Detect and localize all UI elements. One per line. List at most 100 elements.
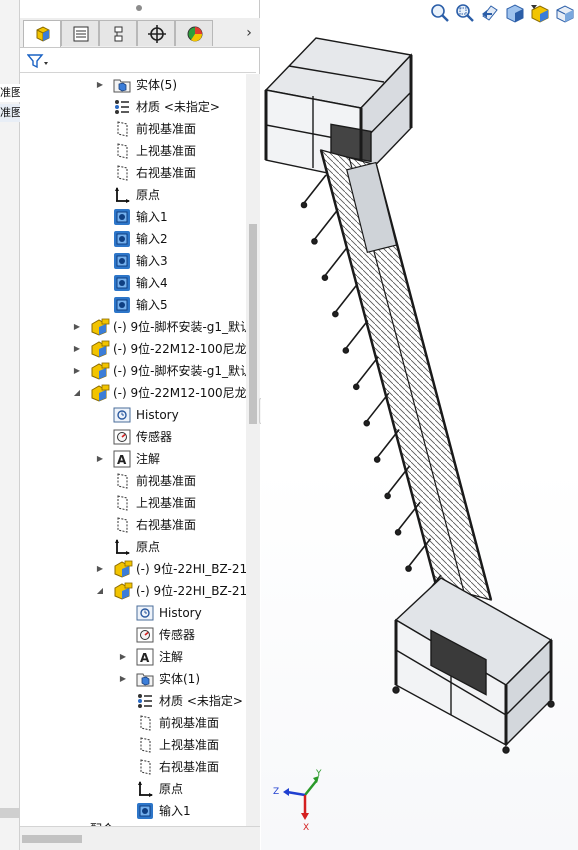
tree-item[interactable]: ▶ 实体(5) (20, 74, 246, 96)
tree-item[interactable]: 前视基准面 (20, 470, 246, 492)
tree-item-label: 前视基准面 (136, 474, 197, 488)
tree-item[interactable]: 输入4 (20, 272, 246, 294)
tree-item[interactable]: ▶ (-) 9位-22HI_BZ-2100- (20, 558, 246, 580)
tree-scroll-thumb[interactable] (249, 224, 257, 424)
tree-item[interactable]: 前视基准面 (20, 712, 246, 734)
tree-item-label: 输入4 (136, 276, 168, 290)
feature-manager-panel: › ▶ 实体(5) 材质 <未指定> 前视基准面 上视基准面 右视基准面 原点 输入1 输入2 输… (20, 0, 260, 850)
tree-item[interactable]: 上视基准面 (20, 140, 246, 162)
tree-item[interactable]: 输入1 (20, 206, 246, 228)
expand-arrow-icon[interactable]: ▶ (72, 343, 82, 355)
tree-item[interactable]: 原点 (20, 184, 246, 206)
tree-item[interactable]: ▶ (-) 9位-脚杯安装-g1_默认_按 (20, 316, 246, 338)
origin-icon (136, 780, 154, 798)
tree-item[interactable]: ▶ (-) 9位-22M12-100尼龙脚杯 (20, 338, 246, 360)
origin-icon (113, 186, 131, 204)
tree-item[interactable]: 输入3 (20, 250, 246, 272)
tree-item[interactable]: 上视基准面 (20, 734, 246, 756)
tab-scroll-right-button[interactable]: › (242, 24, 256, 42)
tree-item-label: 原点 (136, 188, 161, 202)
tree-item[interactable]: ◢ (-) 9位-22M12-100尼龙脚杯 (20, 382, 246, 404)
leg-foot (405, 565, 412, 572)
tree-item[interactable]: 传感器 (20, 624, 246, 646)
support-leg (366, 392, 390, 422)
collapse-arrow-icon[interactable]: ◢ (95, 585, 105, 597)
plane-icon (113, 494, 131, 512)
tree-item[interactable]: 前视基准面 (20, 118, 246, 140)
tree-item[interactable]: 原点 (20, 536, 246, 558)
left-pane-scrollbar[interactable] (0, 808, 20, 818)
left-pane-fragment: 准图 (0, 104, 20, 122)
tree-item-label: 原点 (159, 782, 184, 796)
expand-arrow-icon[interactable]: ▶ (95, 563, 105, 575)
configuration-manager-tab[interactable] (99, 20, 137, 46)
view-triad: Y Z X (273, 769, 322, 833)
annotation-icon: A (136, 648, 154, 666)
tree-item-label: 传感器 (136, 430, 173, 444)
tree-item-label: 注解 (159, 650, 184, 664)
tree-item-label: (-) 9位-22M12-100尼龙脚杯 (113, 342, 246, 356)
feature-manager-tab[interactable] (23, 20, 61, 47)
tree-filter-bar[interactable] (20, 49, 256, 73)
tree-item[interactable]: 原点 (20, 778, 246, 800)
tree-hscroll-thumb[interactable] (22, 835, 82, 843)
expand-arrow-icon[interactable]: ▶ (95, 453, 105, 465)
tree-item[interactable]: 右视基准面 (20, 514, 246, 536)
tree-item-label: 原点 (136, 540, 161, 554)
tree-vertical-scrollbar[interactable] (246, 74, 260, 826)
expand-arrow-icon[interactable]: ▶ (118, 673, 128, 685)
tree-item[interactable]: ▶ A 注解 (20, 448, 246, 470)
tree-item[interactable]: 右视基准面 (20, 756, 246, 778)
feature-tree-icon (36, 26, 50, 42)
imported-body-icon (136, 802, 154, 820)
bottom-frame (392, 577, 555, 754)
tree-item-label: 实体(5) (136, 78, 177, 92)
tree-item[interactable]: History (20, 404, 246, 426)
tree-item[interactable]: 传感器 (20, 426, 246, 448)
dimxpert-tab[interactable] (137, 20, 175, 46)
tree-item-label: (-) 9位-脚杯安装-g1_默认_按 (113, 320, 246, 334)
leg-foot (300, 201, 308, 209)
tree-item[interactable]: ▶ 实体(1) (20, 668, 246, 690)
plane-icon (136, 736, 154, 754)
tree-item[interactable]: 输入1 (20, 800, 246, 822)
property-manager-tab[interactable] (61, 20, 99, 46)
display-manager-tab[interactable] (175, 20, 213, 46)
tree-item-label: 输入5 (136, 298, 168, 312)
tree-item[interactable]: 输入2 (20, 228, 246, 250)
part-icon (90, 318, 110, 336)
tree-item[interactable]: History (20, 602, 246, 624)
leg-foot (342, 347, 350, 354)
expand-arrow-icon[interactable]: ▶ (72, 321, 82, 333)
tree-item-label: (-) 9位-22HI_BZ-2100-0 (136, 584, 246, 598)
tree-item[interactable]: 材质 <未指定> (20, 96, 246, 118)
part-icon (113, 582, 133, 600)
material-icon (136, 692, 154, 710)
leg-foot (311, 238, 318, 245)
tree-horizontal-scrollbar[interactable] (20, 826, 260, 850)
tree-item-label: 输入1 (159, 804, 191, 818)
tree-item[interactable]: 右视基准面 (20, 162, 246, 184)
tree-item[interactable]: 材质 <未指定> (20, 690, 246, 712)
panel-grip[interactable] (136, 5, 142, 11)
tree-item[interactable]: ▶ A 注解 (20, 646, 246, 668)
collapse-arrow-icon[interactable]: ◢ (72, 387, 82, 399)
part-icon (90, 340, 110, 358)
plane-icon (113, 164, 131, 182)
support-leg (324, 247, 348, 277)
leg-foot (384, 492, 391, 500)
tree-item[interactable]: 输入5 (20, 294, 246, 316)
tree-item-label: (-) 9位-脚杯安装-g1_默认_按 (113, 364, 246, 378)
expand-arrow-icon[interactable]: ▶ (95, 79, 105, 91)
expand-arrow-icon[interactable]: ▶ (118, 651, 128, 663)
plane-icon (136, 714, 154, 732)
expand-arrow-icon[interactable]: ▶ (72, 365, 82, 377)
tree-item[interactable]: ◢ (-) 9位-22HI_BZ-2100-0 (20, 580, 246, 602)
tree-item[interactable]: 上视基准面 (20, 492, 246, 514)
tree-item[interactable]: ▶ (-) 9位-脚杯安装-g1_默认_按 (20, 360, 246, 382)
graphics-area[interactable]: Y Z X (261, 0, 578, 850)
leg-foot (394, 528, 402, 536)
leg-foot (352, 383, 360, 391)
plane-icon (113, 142, 131, 160)
tree-item-label: (-) 9位-22M12-100尼龙脚杯 (113, 386, 246, 400)
